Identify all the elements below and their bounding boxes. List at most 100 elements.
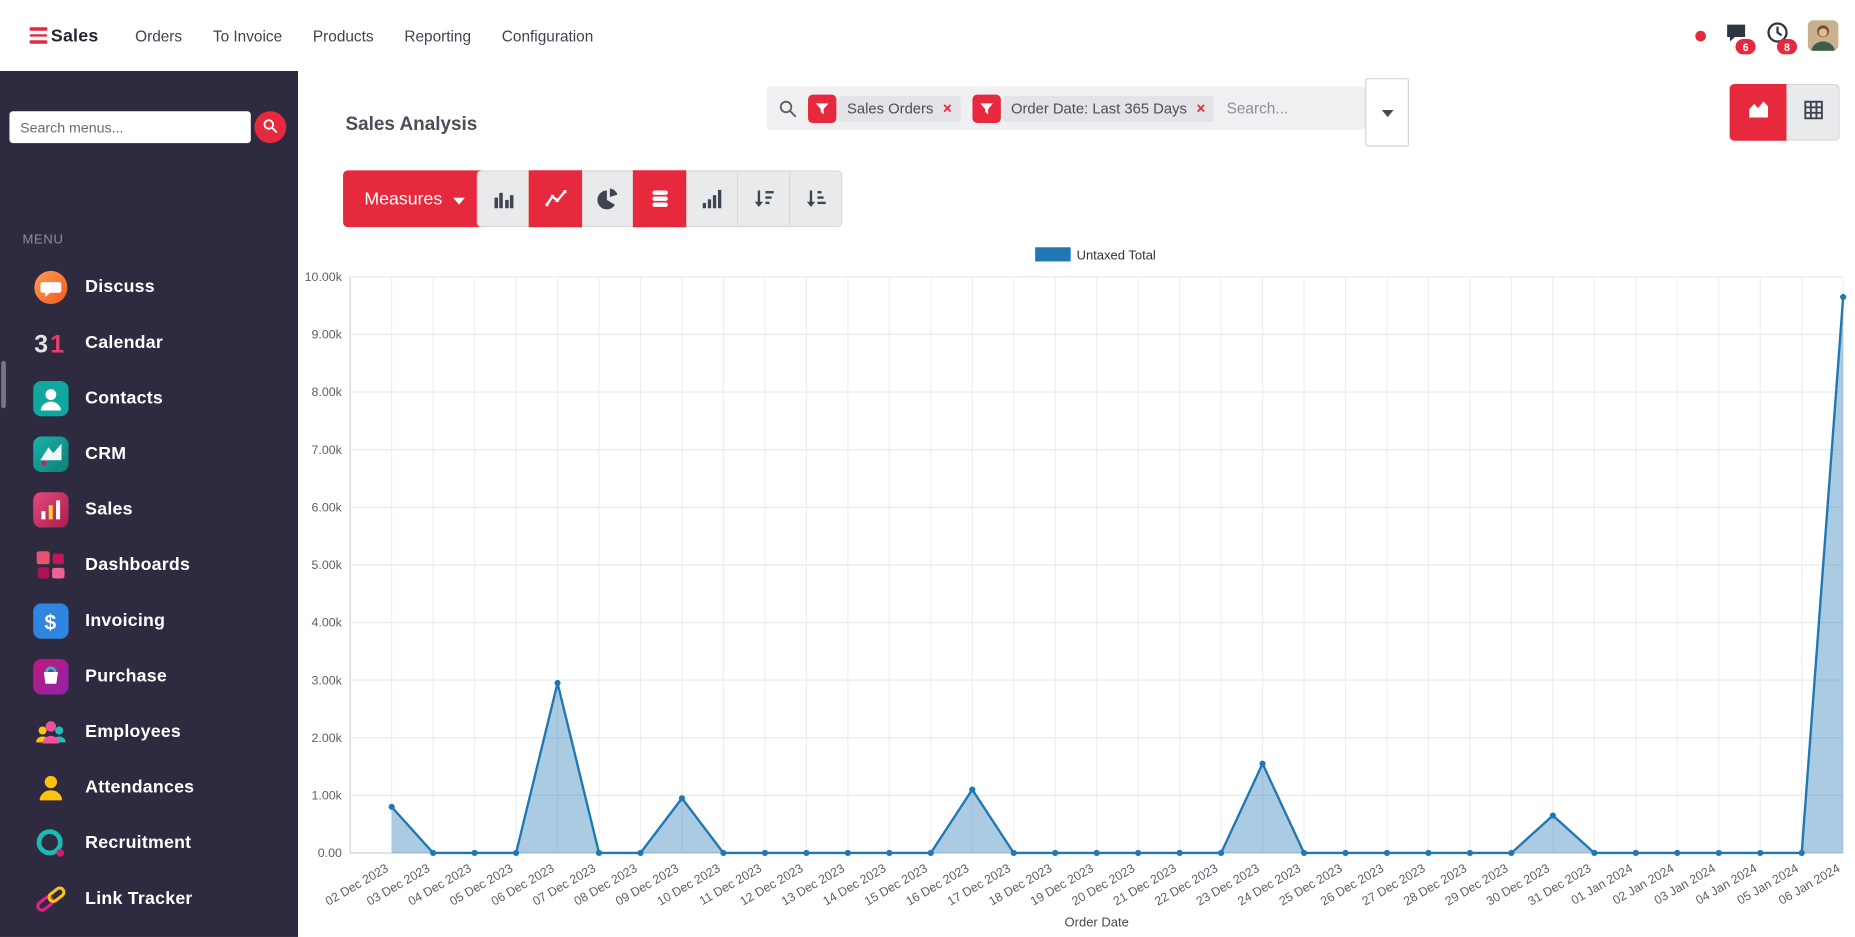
sidebar-item-employees[interactable]: Employees [0,704,298,760]
facet-remove-icon[interactable]: × [943,101,952,116]
svg-text:8.00k: 8.00k [312,385,343,399]
sidebar-item-crm[interactable]: CRM [0,426,298,482]
sidebar-item-label: Attendances [85,777,195,798]
page-title: Sales Analysis [345,114,478,135]
search-facet-0: Sales Orders × [808,94,961,123]
search-options-toggle[interactable] [1365,78,1410,147]
facet-label: Order Date: Last 365 Days [1010,99,1187,117]
employees-app-icon [33,714,68,749]
sidebar-scrollbar[interactable] [1,360,6,409]
stacked-icon [649,188,670,209]
sidebar-item-attendances[interactable]: Attendances [0,760,298,816]
contacts-app-icon [33,380,69,416]
sales-analysis-chart[interactable]: 0.00 1.00k 2.00k 3.00k 4.00k 5.00k 6.00k 7.00k 8… [298,232,1855,937]
sidebar-item-label: Recruitment [85,832,192,853]
sidebar-item-label: Sales [85,499,133,520]
svg-text:3.00k: 3.00k [312,673,343,687]
sidebar-item-contacts[interactable]: Contacts [0,370,298,426]
facet-chip[interactable]: Sales Orders × [838,95,961,122]
shell: MENU Discuss 31 Calendar Contacts CRM Sales Da… [0,70,1855,937]
sidebar-search-button[interactable] [254,111,287,144]
messages-button[interactable]: 6 [1725,21,1756,55]
filter-icon [808,94,837,123]
svg-text:Untaxed Total: Untaxed Total [1077,248,1156,263]
svg-text:1: 1 [50,331,64,358]
topnav-configuration[interactable]: Configuration [486,17,608,54]
activities-button[interactable]: 8 [1766,21,1798,55]
cumulative-button[interactable] [684,170,739,228]
svg-text:10.00k: 10.00k [305,270,343,284]
sidebar-item-sales[interactable]: Sales [0,481,298,537]
measures-label: Measures [364,188,443,209]
topnav-reporting[interactable]: Reporting [389,17,486,54]
svg-text:7.00k: 7.00k [312,443,343,457]
caret-down-icon [452,189,465,209]
graph-view-button[interactable] [1729,83,1788,141]
facet-list: Sales Orders × Order Date: Last 365 Days × [808,94,1214,123]
discuss-app-icon [33,269,68,304]
sidebar-item-link-tracker[interactable]: Link Tracker [0,871,298,927]
sidebar-search [9,111,287,144]
svg-text:3: 3 [34,331,48,358]
svg-text:0.00: 0.00 [318,846,342,860]
sort-asc-button[interactable] [789,170,843,228]
topbar: Sales Orders To Invoice Products Reporting C… [0,0,1855,71]
sort-desc-icon [753,188,774,209]
pivot-view-button[interactable] [1786,83,1840,141]
attendances-app-icon [33,770,68,805]
sidebar-search-input[interactable] [9,111,251,144]
svg-text:4.00k: 4.00k [312,616,343,630]
notification-dot [1695,30,1706,41]
sidebar-item-calendar[interactable]: 3 1 Calendar [0,315,298,371]
sidebar-item-label: Calendar [85,332,164,353]
sidebar-item-recruitment[interactable]: Recruitment [0,815,298,871]
purchase-app-icon [33,658,69,694]
search-icon [778,99,797,118]
chart-type-buttons [476,170,843,228]
user-avatar[interactable] [1807,20,1839,51]
link-tracker-app-icon [33,881,68,916]
line-chart-button[interactable] [528,170,583,228]
sidebar: MENU Discuss 31 Calendar Contacts CRM Sales Da… [0,70,299,937]
apps-menu-toggle[interactable]: Sales [29,25,99,46]
svg-text:$: $ [44,610,56,634]
pie-chart-icon [596,188,618,210]
sidebar-item-label: Discuss [85,276,155,297]
svg-text:1.00k: 1.00k [312,788,343,802]
pie-chart-button[interactable] [580,170,635,228]
stacked-button[interactable] [632,170,687,228]
facet-remove-icon[interactable]: × [1196,101,1205,116]
svg-text:2.00k: 2.00k [312,731,343,745]
top-navigation: Orders To Invoice Products Reporting Configu… [120,17,609,54]
sidebar-item-purchase[interactable]: Purchase [0,648,298,704]
area-chart-icon [1747,98,1769,126]
cumulative-icon [701,188,722,209]
filter-icon [971,94,1001,123]
sidebar-item-label: Dashboards [85,554,191,575]
sidebar-item-partial[interactable] [0,926,298,937]
sidebar-item-label: Contacts [85,388,164,409]
app-brand: Sales [50,25,99,46]
search-bar: Sales Orders × Order Date: Last 365 Days × [766,86,1366,131]
topnav-to-invoice[interactable]: To Invoice [197,17,297,54]
topnav-products[interactable]: Products [298,17,389,54]
measures-button[interactable]: Measures [343,170,487,228]
facet-chip[interactable]: Order Date: Last 365 Days × [1002,95,1214,122]
svg-text:Order Date: Order Date [1065,914,1129,929]
sidebar-item-label: Invoicing [85,610,166,631]
sidebar-item-label: Employees [85,721,182,742]
sort-desc-button[interactable] [737,170,791,228]
main-content: Sales Analysis Sales Orders × Order Date: … [298,70,1855,937]
messages-badge: 6 [1735,39,1756,55]
topnav-orders[interactable]: Orders [120,17,198,54]
activities-badge: 8 [1776,39,1798,55]
sidebar-app-list: Discuss 3 1 Calendar Contacts CRM Sales Dashboa… [0,259,298,937]
sales-app-icon [33,491,69,528]
sidebar-item-invoicing[interactable]: $ Invoicing [0,593,298,649]
bar-chart-button[interactable] [476,170,531,228]
sidebar-item-dashboards[interactable]: Dashboards [0,537,298,593]
sidebar-item-discuss[interactable]: Discuss [0,259,298,315]
sort-asc-icon [805,188,826,209]
calendar-app-icon: 31 [33,325,68,360]
search-input[interactable] [1224,98,1354,119]
